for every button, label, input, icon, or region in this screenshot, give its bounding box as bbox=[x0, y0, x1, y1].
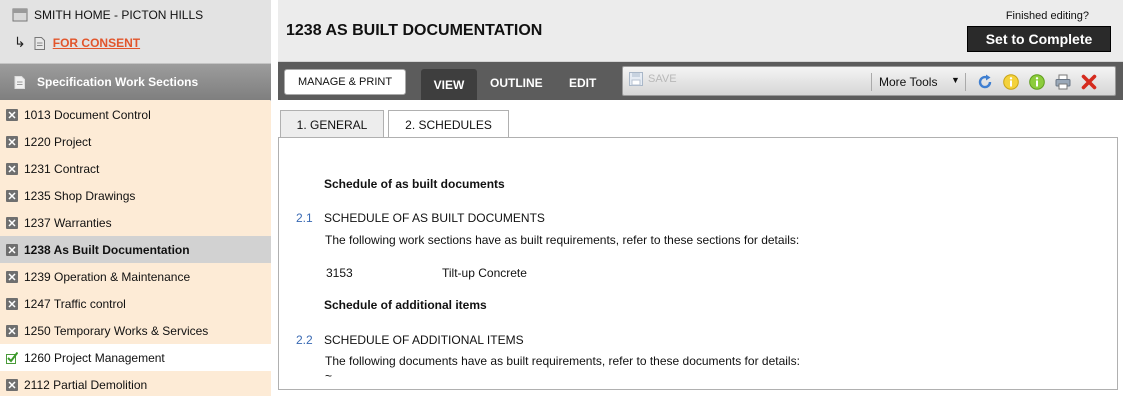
incomplete-icon bbox=[6, 135, 18, 148]
sidebar-item-1013[interactable]: 1013 Document Control bbox=[0, 101, 271, 128]
tools-strip: SAVE More Tools ▼ bbox=[622, 66, 1116, 96]
project-icon bbox=[12, 8, 28, 22]
sidebar-item-1231[interactable]: 1231 Contract bbox=[0, 155, 271, 182]
section-description-2-1: The following work sections have as buil… bbox=[325, 233, 800, 247]
sidebar-item-1220[interactable]: 1220 Project bbox=[0, 128, 271, 155]
schedule-row-code: 3153 bbox=[326, 266, 353, 280]
sidebar-item-label: 1220 Project bbox=[24, 134, 92, 149]
subitem-arrow-icon: ↳ bbox=[14, 35, 26, 51]
toolbar-divider bbox=[965, 73, 966, 91]
schedule-heading-as-built: Schedule of as built documents bbox=[324, 177, 505, 191]
more-tools-caret-icon[interactable]: ▼ bbox=[951, 75, 960, 85]
schedule-row-name: Tilt-up Concrete bbox=[442, 266, 527, 280]
sidebar-item-1238[interactable]: 1238 As Built Documentation bbox=[0, 236, 271, 263]
incomplete-icon bbox=[6, 378, 18, 391]
sidebar-item-1237[interactable]: 1237 Warranties bbox=[0, 209, 271, 236]
document-icon bbox=[34, 36, 45, 50]
incomplete-icon bbox=[6, 243, 18, 256]
sidebar-item-label: 1235 Shop Drawings bbox=[24, 188, 136, 203]
incomplete-icon bbox=[6, 189, 18, 202]
spec-section-list: 1013 Document Control 1220 Project 1231 … bbox=[0, 101, 271, 396]
sidebar-item-label: 1260 Project Management bbox=[24, 350, 165, 365]
project-panel: SMITH HOME - PICTON HILLS ↳ FOR CONSENT bbox=[0, 0, 271, 64]
info-yellow-icon[interactable] bbox=[1003, 74, 1019, 90]
spec-sections-header: Specification Work Sections bbox=[0, 64, 271, 100]
tab-view[interactable]: VIEW bbox=[421, 69, 477, 100]
sidebar-item-1247[interactable]: 1247 Traffic control bbox=[0, 290, 271, 317]
project-title: SMITH HOME - PICTON HILLS bbox=[34, 8, 204, 22]
finished-editing-label: Finished editing? bbox=[1005, 10, 1089, 22]
tab-outline[interactable]: OUTLINE bbox=[490, 76, 543, 90]
sidebar-item-label: 1231 Contract bbox=[24, 161, 100, 176]
sidebar-item-label: 1237 Warranties bbox=[24, 215, 112, 230]
sidebar-item-label: 1013 Document Control bbox=[24, 107, 151, 122]
document-icon bbox=[14, 75, 25, 89]
document-content: Schedule of as built documents 2.1 SCHED… bbox=[278, 137, 1118, 390]
schedule-heading-additional: Schedule of additional items bbox=[324, 298, 487, 312]
section-title-2-1: SCHEDULE OF AS BUILT DOCUMENTS bbox=[324, 211, 545, 225]
tab-schedules[interactable]: 2. SCHEDULES bbox=[388, 110, 509, 139]
sidebar-item-label: 1239 Operation & Maintenance bbox=[24, 269, 191, 284]
project-title-row[interactable]: SMITH HOME - PICTON HILLS bbox=[12, 8, 203, 22]
sidebar-item-2112[interactable]: 2112 Partial Demolition bbox=[0, 371, 271, 396]
sidebar: SMITH HOME - PICTON HILLS ↳ FOR CONSENT … bbox=[0, 0, 271, 396]
sidebar-item-1235[interactable]: 1235 Shop Drawings bbox=[0, 182, 271, 209]
page-title: 1238 AS BUILT DOCUMENTATION bbox=[286, 22, 543, 39]
refresh-icon[interactable] bbox=[977, 74, 993, 90]
save-button[interactable]: SAVE bbox=[629, 72, 677, 86]
save-icon bbox=[629, 72, 643, 86]
incomplete-icon bbox=[6, 108, 18, 121]
complete-check-icon bbox=[6, 351, 18, 364]
incomplete-icon bbox=[6, 324, 18, 337]
for-consent-link[interactable]: FOR CONSENT bbox=[53, 36, 140, 50]
sidebar-item-label: 1247 Traffic control bbox=[24, 296, 126, 311]
incomplete-icon bbox=[6, 216, 18, 229]
project-status-row: ↳ FOR CONSENT bbox=[14, 36, 140, 50]
tab-edit[interactable]: EDIT bbox=[569, 76, 596, 90]
page-header: 1238 AS BUILT DOCUMENTATION Finished edi… bbox=[278, 0, 1123, 62]
sidebar-item-label: 1238 As Built Documentation bbox=[24, 242, 190, 257]
set-to-complete-button[interactable]: Set to Complete bbox=[967, 26, 1111, 52]
section-number-2-2: 2.2 bbox=[296, 333, 313, 347]
section-title-2-2: SCHEDULE OF ADDITIONAL ITEMS bbox=[324, 333, 524, 347]
toolbar: MANAGE & PRINT VIEW OUTLINE EDIT SAVE Mo… bbox=[278, 62, 1123, 100]
delete-icon[interactable] bbox=[1081, 74, 1097, 90]
document-tabs: 1. GENERAL 2. SCHEDULES bbox=[278, 110, 1123, 139]
section-description-2-2: The following documents have as built re… bbox=[325, 354, 800, 368]
sidebar-item-1250[interactable]: 1250 Temporary Works & Services bbox=[0, 317, 271, 344]
print-icon[interactable] bbox=[1055, 74, 1071, 90]
sidebar-item-label: 1250 Temporary Works & Services bbox=[24, 323, 209, 338]
placeholder-tilde: ~ bbox=[325, 369, 333, 383]
manage-print-button[interactable]: MANAGE & PRINT bbox=[284, 69, 406, 95]
incomplete-icon bbox=[6, 297, 18, 310]
info-green-icon[interactable] bbox=[1029, 74, 1045, 90]
more-tools-button[interactable]: More Tools bbox=[879, 75, 937, 89]
toolbar-divider bbox=[871, 73, 872, 91]
incomplete-icon bbox=[6, 162, 18, 175]
sidebar-item-label: 2112 Partial Demolition bbox=[24, 377, 148, 392]
save-label: SAVE bbox=[648, 73, 677, 85]
sidebar-item-1239[interactable]: 1239 Operation & Maintenance bbox=[0, 263, 271, 290]
sidebar-item-1260[interactable]: 1260 Project Management bbox=[0, 344, 271, 371]
incomplete-icon bbox=[6, 270, 18, 283]
tab-general[interactable]: 1. GENERAL bbox=[280, 110, 384, 138]
spec-sections-title: Specification Work Sections bbox=[37, 75, 199, 89]
section-number-2-1: 2.1 bbox=[296, 211, 313, 225]
